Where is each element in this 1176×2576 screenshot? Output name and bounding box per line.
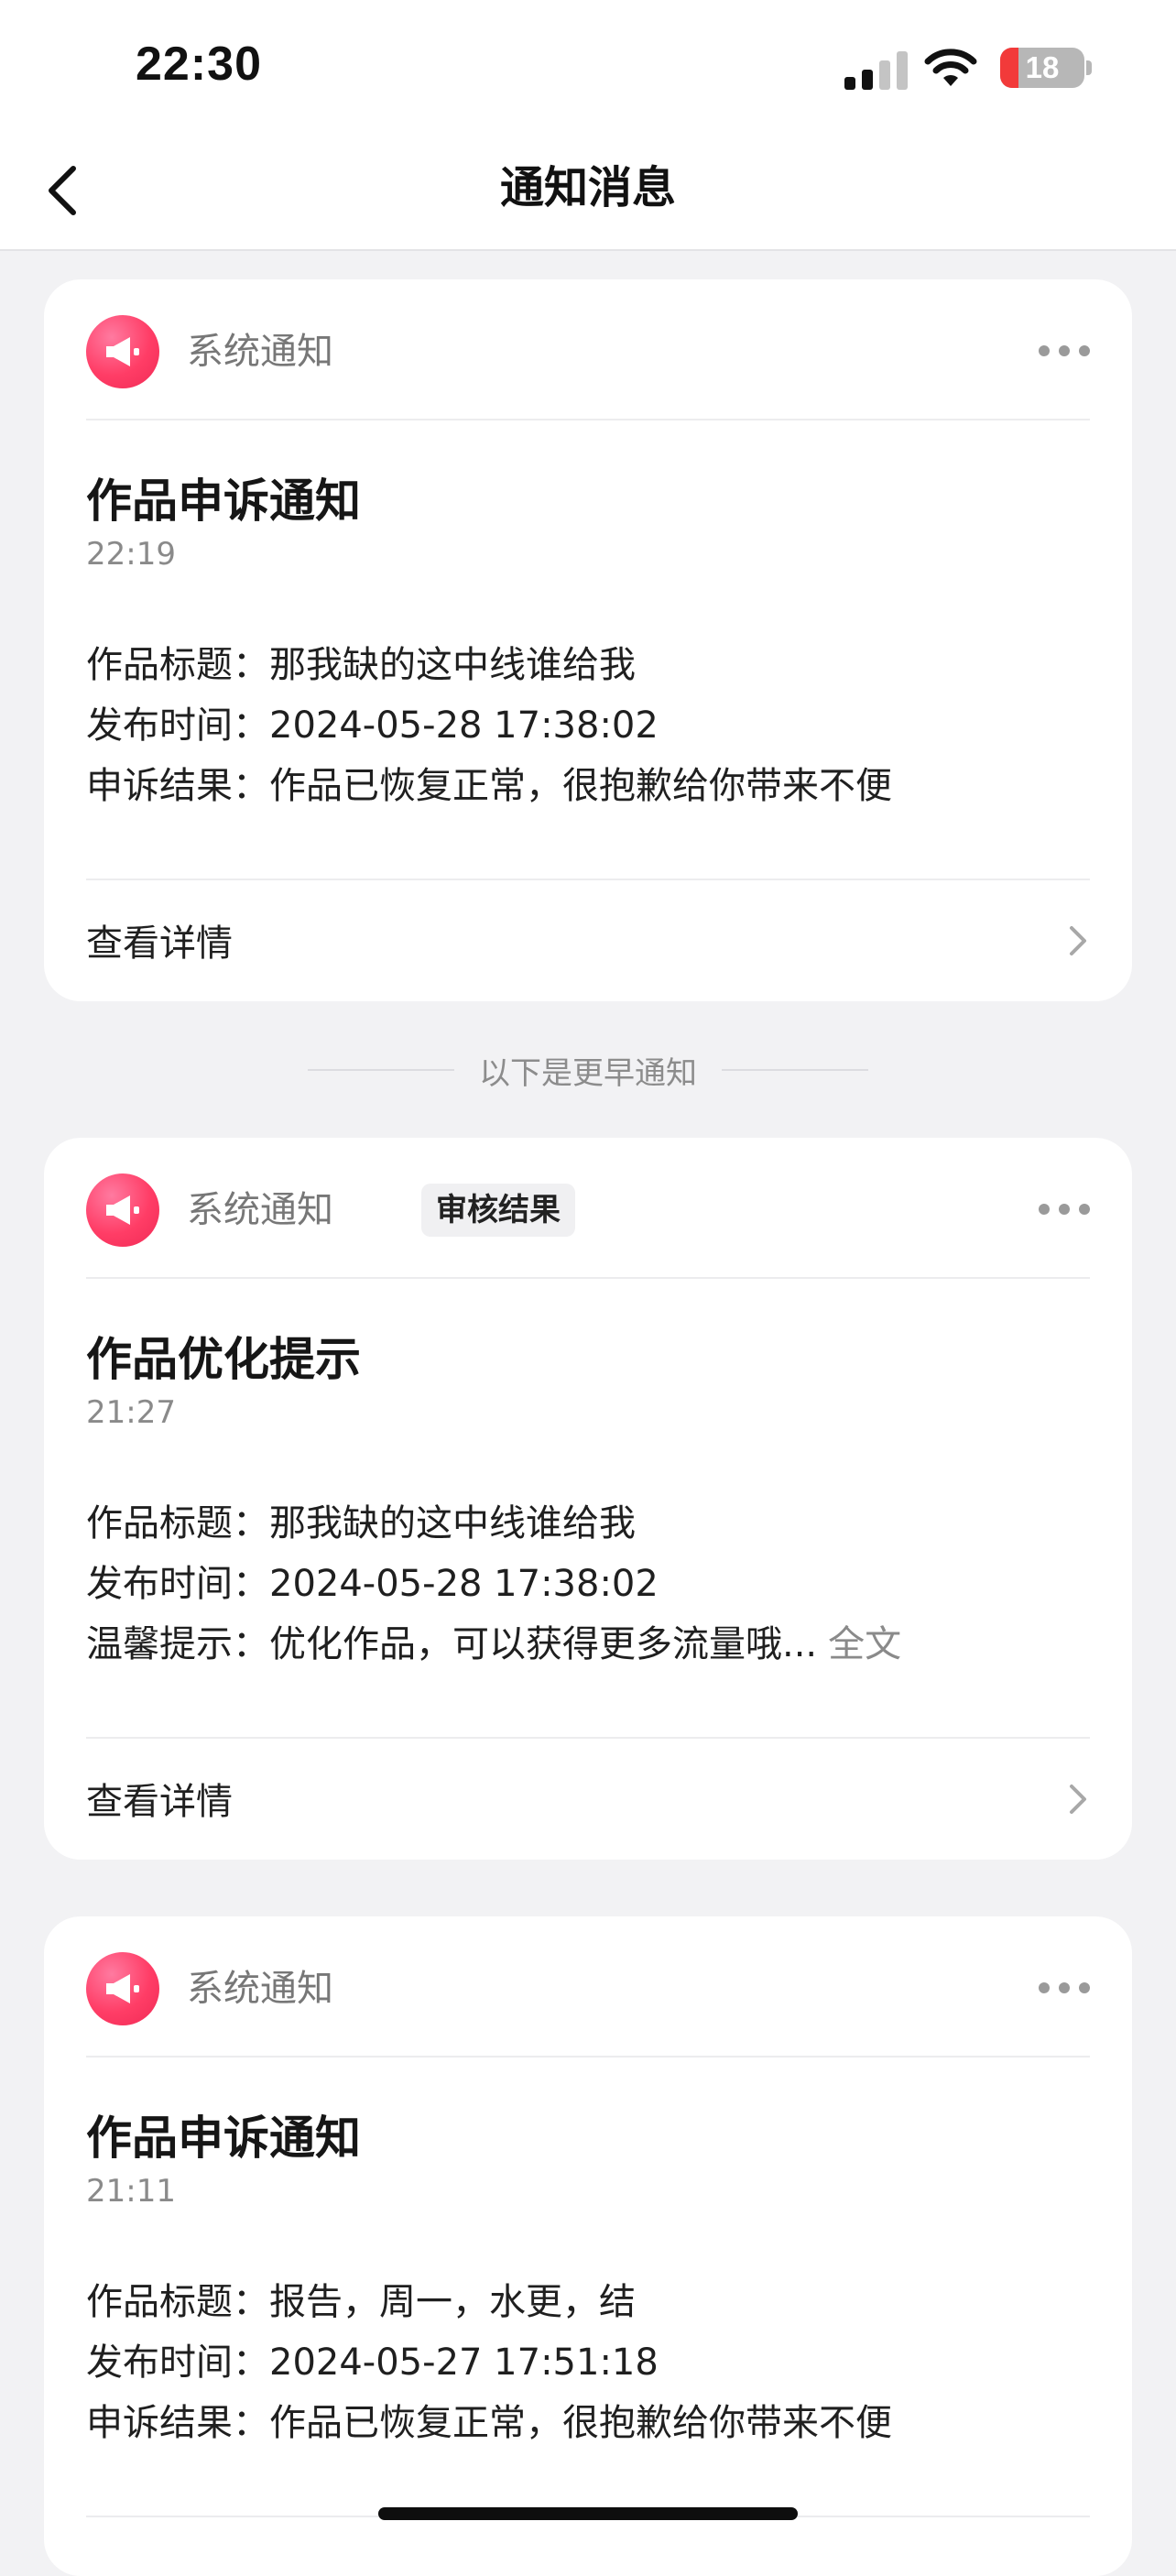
info-label: 发布时间： (86, 704, 269, 747)
battery-tip (1086, 60, 1092, 75)
info-line-publish-time: 发布时间：2024-05-28 17:38:02 (86, 1554, 659, 1607)
notification-card[interactable]: 系统通知 审核结果 作品优化提示 21:27 作品标题：那我缺的这中线谁给我 发… (44, 1138, 1132, 1860)
info-value: 2024-05-27 17:51:18 (269, 2341, 659, 2384)
info-value: 那我缺的这中线谁给我 (269, 644, 636, 686)
info-label: 作品标题： (86, 644, 269, 686)
card-header: 系统通知 审核结果 (86, 1173, 1090, 1248)
info-label: 申诉结果： (86, 2402, 269, 2444)
full-text-link[interactable]: 全文 (828, 1623, 901, 1665)
info-value: 优化作品，可以获得更多流量哦... (269, 1623, 818, 1665)
review-result-tag: 审核结果 (421, 1184, 575, 1237)
info-label: 发布时间： (86, 2341, 269, 2384)
info-line-work-title: 作品标题：那我缺的这中线谁给我 (86, 1493, 636, 1546)
megaphone-icon (86, 1173, 159, 1247)
megaphone-icon (86, 1952, 159, 2025)
more-options-icon[interactable] (1039, 342, 1090, 362)
notification-card[interactable]: 系统通知 作品申诉通知 22:19 作品标题：那我缺的这中线谁给我 发布时间：2… (44, 279, 1132, 1001)
info-value: 作品已恢复正常，很抱歉给你带来不便 (269, 765, 892, 807)
info-value: 作品已恢复正常，很抱歉给你带来不便 (269, 2402, 892, 2444)
info-line-publish-time: 发布时间：2024-05-27 17:51:18 (86, 2332, 659, 2385)
info-value: 报告，周一，水更，结 (269, 2281, 636, 2323)
divider (86, 419, 1090, 420)
info-line-appeal-result: 申诉结果：作品已恢复正常，很抱歉给你带来不便 (86, 756, 892, 809)
home-indicator (378, 2507, 798, 2520)
battery-percent: 18 (1025, 50, 1060, 84)
separator-line-right (722, 1069, 868, 1071)
earlier-notifications-separator: 以下是更早通知 (0, 1044, 1176, 1096)
divider (86, 2056, 1090, 2058)
wifi-icon (924, 49, 977, 86)
info-line-publish-time: 发布时间：2024-05-28 17:38:02 (86, 695, 659, 748)
notification-source: 系统通知 (187, 331, 333, 373)
card-header: 系统通知 (86, 1951, 1090, 2026)
notification-source: 系统通知 (187, 1189, 333, 1231)
more-options-icon[interactable] (1039, 1979, 1090, 1999)
info-label: 作品标题： (86, 1502, 269, 1545)
info-line-tip: 温馨提示：优化作品，可以获得更多流量哦... 全文 (86, 1614, 901, 1667)
info-value: 那我缺的这中线谁给我 (269, 1502, 636, 1545)
notification-time: 21:11 (86, 2173, 176, 2210)
notification-title: 作品申诉通知 (86, 475, 361, 528)
chevron-right-icon (1070, 1785, 1086, 1814)
info-value: 2024-05-28 17:38:02 (269, 704, 659, 747)
divider (86, 1277, 1090, 1279)
notification-source: 系统通知 (187, 1968, 333, 2010)
view-details-label: 查看详情 (86, 922, 233, 965)
info-label: 作品标题： (86, 2281, 269, 2323)
notification-time: 21:27 (86, 1394, 176, 1431)
nav-bar: 通知消息 (0, 137, 1176, 251)
info-line-work-title: 作品标题：报告，周一，水更，结 (86, 2272, 636, 2325)
status-bar: 22:30 18 (0, 0, 1176, 137)
notification-card[interactable]: 系统通知 作品申诉通知 21:11 作品标题：报告，周一，水更，结 发布时间：2… (44, 1916, 1132, 2576)
separator-text: 以下是更早通知 (479, 1055, 697, 1092)
info-label: 申诉结果： (86, 765, 269, 807)
page-title: 通知消息 (499, 162, 676, 213)
view-details-row[interactable]: 查看详情 (86, 880, 1090, 999)
info-line-appeal-result: 申诉结果：作品已恢复正常，很抱歉给你带来不便 (86, 2393, 892, 2446)
notification-time: 22:19 (86, 536, 176, 573)
card-header: 系统通知 (86, 314, 1090, 389)
info-label: 温馨提示： (86, 1623, 269, 1665)
cellular-signal-icon (844, 48, 909, 90)
notification-title: 作品优化提示 (86, 1333, 361, 1386)
more-options-icon[interactable] (1039, 1200, 1090, 1220)
view-details-row[interactable]: 查看详情 (86, 1739, 1090, 1858)
info-line-work-title: 作品标题：那我缺的这中线谁给我 (86, 635, 636, 688)
notification-title: 作品申诉通知 (86, 2112, 361, 2165)
battery-icon: 18 (1000, 48, 1084, 88)
megaphone-icon (86, 315, 159, 388)
chevron-right-icon (1070, 926, 1086, 955)
info-label: 发布时间： (86, 1563, 269, 1605)
info-value: 2024-05-28 17:38:02 (269, 1563, 659, 1605)
view-details-label: 查看详情 (86, 1781, 233, 1823)
status-time: 22:30 (136, 38, 262, 91)
